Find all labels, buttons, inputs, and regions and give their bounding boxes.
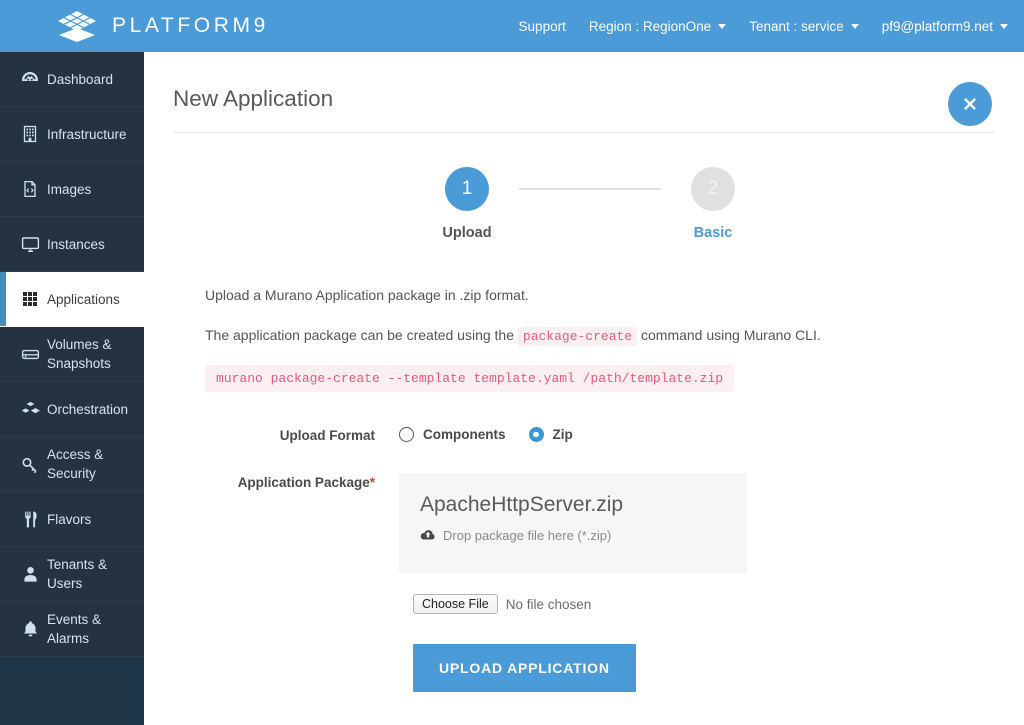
topnav-user-label: pf9@platform9.net: [882, 19, 993, 34]
cloud-upload-icon: [420, 529, 436, 542]
wizard-step-upload[interactable]: 1 Upload: [415, 167, 519, 241]
sidebar-item-dashboard[interactable]: Dashboard: [0, 52, 144, 107]
upload-step-content: Upload a Murano Application package in .…: [144, 285, 1024, 692]
topnav-support[interactable]: Support: [519, 19, 566, 34]
sidebar-item-access-security[interactable]: Access & Security: [0, 437, 144, 492]
sidebar-item-images[interactable]: Images: [0, 162, 144, 217]
wizard-step-label: Upload: [415, 225, 519, 241]
sidebar-item-label: Applications: [47, 290, 126, 309]
instruction-line-2-before: The application package can be created u…: [205, 327, 518, 343]
upload-format-radio-group: Components Zip: [399, 426, 573, 442]
file-input-status: No file chosen: [506, 597, 592, 612]
wizard-step-number: 2: [691, 167, 735, 211]
sidebar-item-label: Volumes & Snapshots: [47, 335, 144, 373]
chevron-down-icon: [718, 24, 726, 29]
sidebar-item-flavors[interactable]: Flavors: [0, 492, 144, 547]
topnav-tenant-selector[interactable]: Tenant : service: [749, 19, 859, 34]
instruction-line-2: The application package can be created u…: [205, 325, 1024, 347]
radio-option-zip[interactable]: Zip: [529, 427, 573, 442]
storage-drive-icon: [13, 344, 47, 365]
fork-knife-icon: [13, 509, 47, 530]
brand-logo-group[interactable]: PLATFORM9: [55, 10, 269, 42]
radio-option-label: Zip: [553, 427, 573, 442]
building-icon: [13, 124, 47, 144]
form-row-upload-format: Upload Format Components Zip: [205, 426, 1024, 443]
sidebar-items: Dashboard Infrastructure: [0, 52, 144, 657]
wizard-connector: [519, 188, 661, 190]
dashboard-gauge-icon: [13, 69, 47, 89]
radio-button-selected-icon: [529, 427, 544, 442]
sidebar-item-label: Access & Security: [47, 445, 144, 483]
sidebar-item-label: Dashboard: [47, 70, 119, 89]
choose-file-button[interactable]: Choose File: [413, 594, 498, 614]
sidebar-item-tenants-users[interactable]: Tenants & Users: [0, 547, 144, 602]
sidebar-item-label: Events & Alarms: [47, 610, 144, 648]
app-grid-icon: [13, 289, 47, 309]
sidebar-item-applications[interactable]: Applications: [0, 272, 144, 327]
file-input-row: Choose File No file chosen: [413, 594, 1024, 614]
topnav-region-label: Region : RegionOne: [589, 19, 711, 34]
top-header-bar: PLATFORM9 Support Region : RegionOne Ten…: [0, 0, 1024, 52]
cli-command-code-block: murano package-create --template templat…: [205, 365, 734, 392]
sidebar-item-instances[interactable]: Instances: [0, 217, 144, 272]
page-header: New Application: [173, 52, 995, 133]
brand-name-text: PLATFORM9: [112, 14, 269, 38]
sidebar-item-label: Orchestration: [47, 400, 134, 419]
sidebar-item-label: Tenants & Users: [47, 555, 144, 593]
radio-option-components[interactable]: Components: [399, 427, 506, 442]
application-package-label: Application Package*: [205, 473, 399, 490]
bell-icon: [13, 619, 47, 640]
sidebar-item-label: Flavors: [47, 510, 97, 529]
monitor-icon: [13, 234, 47, 255]
wizard-step-number: 1: [445, 167, 489, 211]
topnav-user-menu[interactable]: pf9@platform9.net: [882, 19, 1008, 34]
sidebar-item-label: Instances: [47, 235, 111, 254]
wizard-step-basic[interactable]: 2 Basic: [661, 167, 765, 241]
dropzone-hint-text: Drop package file here (*.zip): [443, 528, 611, 543]
application-package-label-text: Application Package: [238, 475, 370, 490]
dropzone-hint: Drop package file here (*.zip): [420, 528, 747, 543]
key-icon: [13, 454, 47, 475]
page-title: New Application: [173, 86, 995, 112]
user-icon: [13, 564, 47, 585]
package-dropzone[interactable]: ApacheHttpServer.zip Drop package file h…: [399, 473, 747, 573]
image-file-code-icon: [13, 179, 47, 199]
chevron-down-icon: [851, 24, 859, 29]
upload-application-button[interactable]: UPLOAD APPLICATION: [413, 644, 636, 692]
sidebar-item-label: Images: [47, 180, 97, 199]
upload-format-label: Upload Format: [205, 426, 399, 443]
sidebar-navigation: Dashboard Infrastructure: [0, 52, 144, 725]
stacked-cubes-icon: [13, 399, 47, 420]
topnav-region-selector[interactable]: Region : RegionOne: [589, 19, 726, 34]
chevron-down-icon: [1000, 24, 1008, 29]
dropzone-filename: ApacheHttpServer.zip: [420, 493, 747, 517]
sidebar-item-orchestration[interactable]: Orchestration: [0, 382, 144, 437]
top-navigation: Support Region : RegionOne Tenant : serv…: [519, 19, 1008, 34]
radio-button-icon: [399, 427, 414, 442]
sidebar-item-events-alarms[interactable]: Events & Alarms: [0, 602, 144, 657]
sidebar-item-label: Infrastructure: [47, 125, 133, 144]
upload-form: Upload Format Components Zip Application…: [205, 426, 1024, 692]
inline-code-package-create: package-create: [518, 327, 637, 346]
sidebar-item-infrastructure[interactable]: Infrastructure: [0, 107, 144, 162]
instruction-line-2-after: command using Murano CLI.: [637, 327, 821, 343]
topnav-tenant-label: Tenant : service: [749, 19, 844, 34]
instruction-line-1: Upload a Murano Application package in .…: [205, 285, 1024, 305]
form-row-application-package: Application Package* ApacheHttpServer.zi…: [205, 473, 1024, 573]
platform9-stacked-grid-logo-icon: [55, 10, 99, 42]
main-content-area: New Application 1 Upload 2 Basic Upload …: [144, 52, 1024, 725]
close-icon[interactable]: [948, 82, 992, 126]
radio-option-label: Components: [423, 427, 506, 442]
required-marker: *: [370, 475, 375, 490]
topnav-support-label: Support: [519, 19, 566, 34]
wizard-step-label: Basic: [661, 225, 765, 241]
wizard-steps: 1 Upload 2 Basic: [144, 133, 1024, 241]
sidebar-item-volumes-snapshots[interactable]: Volumes & Snapshots: [0, 327, 144, 382]
